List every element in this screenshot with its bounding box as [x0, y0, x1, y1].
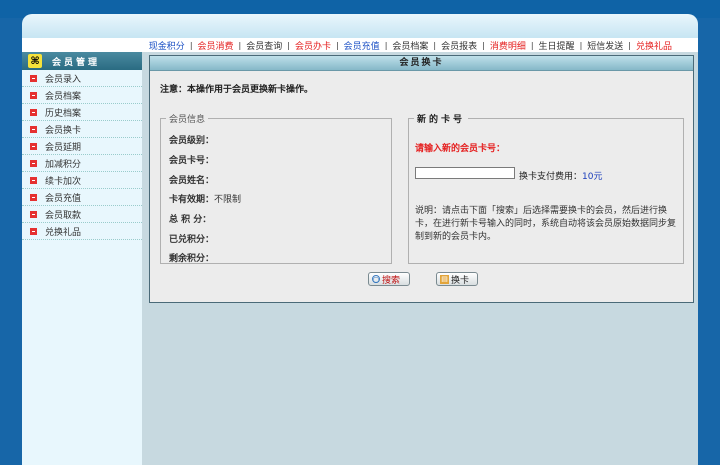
sidebar-title: ⌘ 会员管理	[22, 52, 142, 70]
member-info-legend: 会员信息	[169, 115, 206, 125]
nav-separator: |	[433, 40, 437, 50]
sidebar-item-label: 加减积分	[45, 159, 82, 170]
left-frame	[0, 18, 22, 465]
nav-separator: |	[482, 40, 485, 50]
sidebar-item-label: 续卡加次	[45, 176, 82, 187]
fee-label: 换卡支付费用：	[519, 172, 583, 182]
nav-link[interactable]: 会员充值	[342, 39, 382, 52]
description-text: 说明：请点击下面「搜索」后选择需要换卡的会员，然后进行换卡，在进行新卡号输入的同…	[415, 206, 677, 242]
header-banner	[22, 14, 698, 40]
exchange-card-button-label: 换卡	[451, 275, 470, 286]
member-level-label: 会员级别：	[169, 136, 215, 146]
nav-separator: |	[530, 40, 534, 50]
nav-link[interactable]: 兑换礼品	[634, 39, 674, 52]
nav-link[interactable]: 会员档案	[390, 39, 430, 52]
right-frame	[698, 18, 720, 465]
sidebar-item[interactable]: 加减积分	[22, 155, 142, 172]
bullet-icon	[30, 176, 37, 184]
new-card-legend: 新的卡号	[417, 115, 466, 125]
sidebar-item-label: 会员取款	[45, 210, 82, 221]
member-info-group: 会员信息 会员级别： 会员卡号： 会员姓名： 卡有效期：不限制 总 积 分： 已…	[160, 112, 392, 264]
nav-separator: |	[579, 40, 583, 50]
bullet-icon	[30, 74, 37, 82]
nav-link[interactable]: 生日提醒	[537, 39, 577, 52]
sidebar-item[interactable]: 会员延期	[22, 138, 142, 155]
sidebar-item[interactable]: 会员档案	[22, 87, 142, 104]
search-button-label: 搜索	[382, 275, 401, 286]
nav-separator: |	[384, 40, 388, 50]
nav-separator: |	[238, 40, 242, 50]
bullet-icon	[30, 125, 37, 133]
bullet-icon	[30, 142, 37, 150]
sidebar-item[interactable]: 会员充值	[22, 189, 142, 206]
sidebar: ⌘ 会员管理 会员录入 会员档案 历史档案 会员换卡 会员延期 加减积分 续卡加次 会员充值会…	[22, 52, 142, 465]
sidebar-item[interactable]: 历史档案	[22, 104, 142, 121]
sidebar-item-label: 会员录入	[45, 74, 82, 85]
nav-separator: |	[287, 40, 290, 50]
sidebar-item[interactable]: 兑换礼品	[22, 223, 142, 240]
exchange-card-button[interactable]: ▤ 换卡	[436, 272, 478, 286]
sidebar-item[interactable]: 会员取款	[22, 206, 142, 223]
card-icon: ▤	[440, 274, 449, 284]
member-name-label: 会员姓名：	[169, 176, 215, 186]
magnifier-icon: ○	[372, 274, 380, 284]
notice-text: 注意：本操作用于会员更换新卡操作。	[160, 85, 314, 95]
new-card-group: 新的卡号 请输入新的会员卡号： 换卡支付费用： 10元 说明：请点击下面「搜索」…	[408, 112, 684, 264]
card-validity: 卡有效期：不限制	[169, 192, 241, 205]
remaining-points-label: 剩余积分：	[169, 254, 215, 264]
search-button[interactable]: ○ 搜索	[368, 272, 410, 286]
nav-link[interactable]: 会员消费	[196, 39, 236, 52]
bullet-icon	[30, 227, 37, 235]
bullet-icon	[30, 91, 37, 99]
nav-separator: |	[628, 40, 631, 50]
bullet-icon	[30, 159, 37, 167]
fee-value: 10元	[582, 172, 603, 182]
bullet-icon	[30, 210, 37, 218]
nav-link[interactable]: 会员办卡	[293, 39, 333, 52]
redeemed-points-label: 已兑积分：	[169, 235, 215, 245]
nav-link[interactable]: 现金积分	[147, 39, 187, 52]
nav-link[interactable]: 会员报表	[439, 39, 479, 52]
sidebar-item-label: 历史档案	[45, 108, 82, 119]
sidebar-item-label: 会员充值	[45, 193, 82, 204]
top-nav: 现金积分 | 会员消费 | 会员查询 | 会员办卡 | 会员充值 | 会员档案 | 会员报表 | 消费明细 |…	[22, 38, 698, 52]
total-points-label: 总 积 分：	[169, 215, 212, 225]
bullet-icon	[30, 193, 37, 201]
new-card-input[interactable]	[415, 167, 515, 179]
nav-separator: |	[335, 40, 339, 50]
sidebar-item-label: 会员档案	[45, 91, 82, 102]
nav-link[interactable]: 短信发送	[585, 39, 625, 52]
exchange-card-panel: 会员换卡 注意：本操作用于会员更换新卡操作。 会员信息 会员级别： 会员卡号： …	[149, 55, 694, 303]
sidebar-title-label: 会员管理	[52, 57, 101, 68]
sidebar-item[interactable]: 会员录入	[22, 70, 142, 87]
card-validity-value: 不限制	[214, 195, 242, 205]
card-validity-label: 卡有效期：	[169, 195, 215, 205]
sidebar-item[interactable]: 会员换卡	[22, 121, 142, 138]
new-card-prompt: 请输入新的会员卡号：	[415, 144, 506, 154]
sidebar-item-label: 兑换礼品	[45, 227, 82, 238]
clover-icon: ⌘	[28, 54, 42, 68]
nav-link[interactable]: 会员查询	[244, 39, 284, 52]
sidebar-item[interactable]: 续卡加次	[22, 172, 142, 189]
member-card-no-label: 会员卡号：	[169, 156, 215, 166]
bullet-icon	[30, 108, 37, 116]
panel-title: 会员换卡	[150, 56, 693, 71]
nav-separator: |	[189, 40, 193, 50]
nav-link[interactable]: 消费明细	[488, 39, 528, 52]
sidebar-item-label: 会员延期	[45, 142, 82, 153]
sidebar-item-label: 会员换卡	[45, 125, 82, 136]
